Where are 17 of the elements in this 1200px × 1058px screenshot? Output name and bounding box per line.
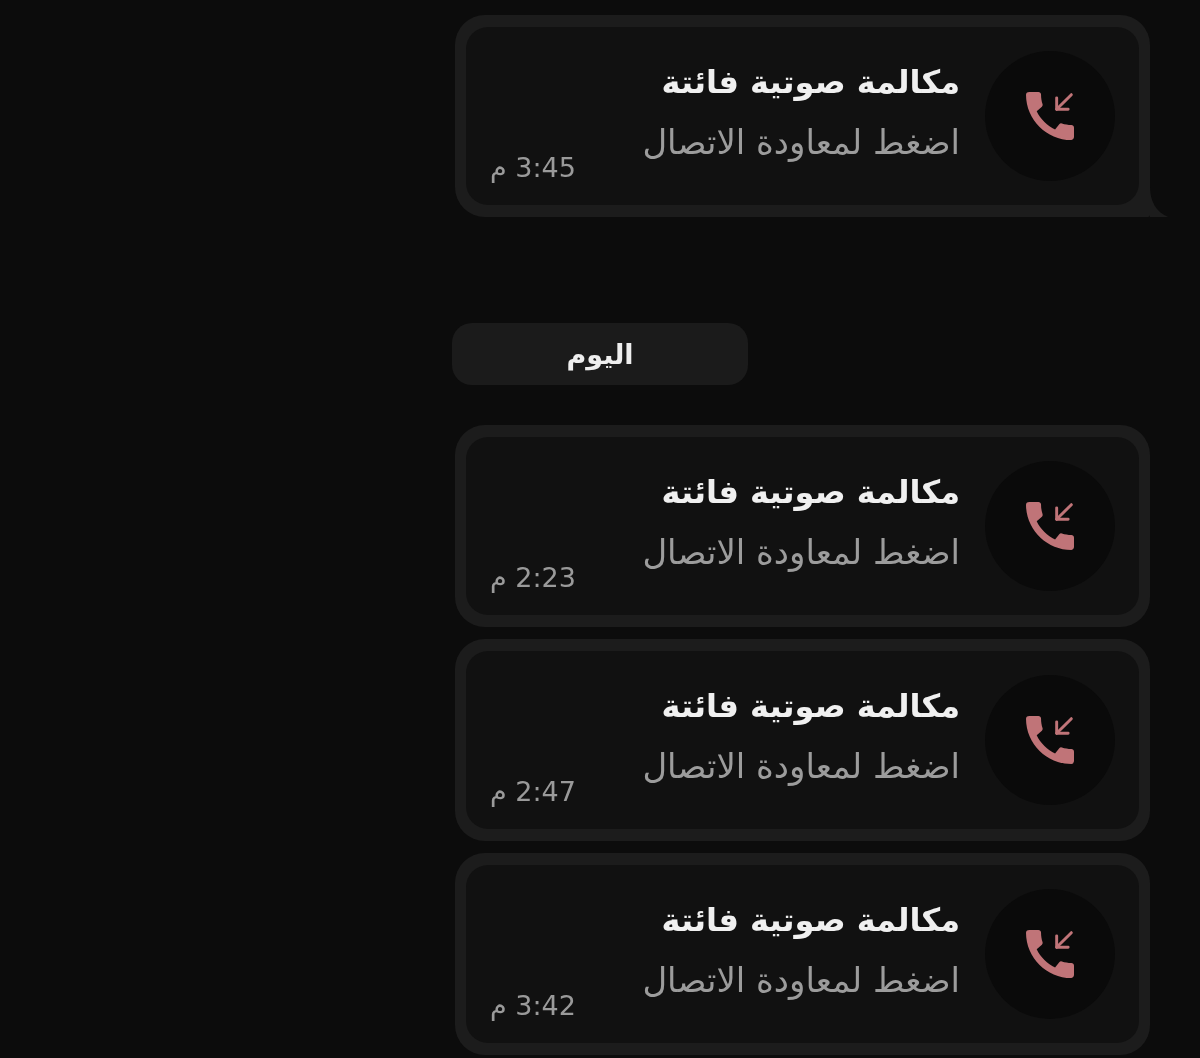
call-subtitle: اضغط لمعاودة الاتصال [642,531,960,573]
message-time: 2:47 م [490,777,576,807]
missed-call-card[interactable]: مكالمة صوتية فائتة اضغط لمعاودة الاتصال 3:42 م [466,865,1139,1043]
call-subtitle: اضغط لمعاودة الاتصال [642,745,960,787]
message-time: 3:45 م [490,153,576,183]
call-title: مكالمة صوتية فائتة [661,686,960,727]
message-time: 3:42 م [490,991,576,1021]
missed-call-card[interactable]: مكالمة صوتية فائتة اضغط لمعاودة الاتصال 2:47 م [466,651,1139,829]
call-title: مكالمة صوتية فائتة [661,472,960,513]
message-time: 2:23 م [490,563,576,593]
date-chip: اليوم [452,323,748,385]
call-subtitle: اضغط لمعاودة الاتصال [642,121,960,163]
call-subtitle: اضغط لمعاودة الاتصال [642,959,960,1001]
missed-call-card[interactable]: مكالمة صوتية فائتة اضغط لمعاودة الاتصال 3:45 م [466,27,1139,205]
missed-call-card[interactable]: مكالمة صوتية فائتة اضغط لمعاودة الاتصال 2:23 م [466,437,1139,615]
call-title: مكالمة صوتية فائتة [661,62,960,103]
call-title: مكالمة صوتية فائتة [661,900,960,941]
